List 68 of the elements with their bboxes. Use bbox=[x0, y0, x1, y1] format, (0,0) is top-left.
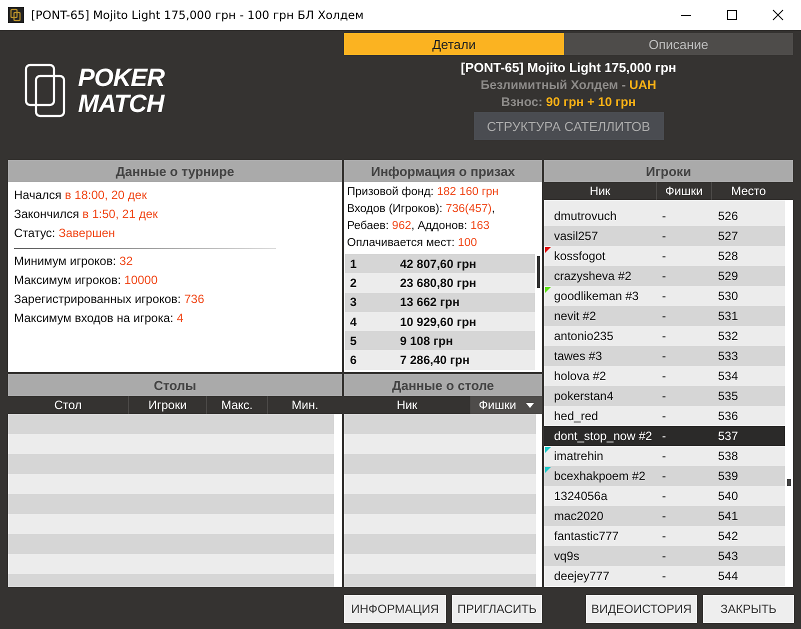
tournament-title: [PONT-65] Mojito Light 175,000 грн bbox=[460, 60, 676, 75]
tab[interactable]: Детали bbox=[344, 33, 564, 55]
column-header[interactable]: Мин. bbox=[268, 396, 342, 414]
player-row[interactable]: holova #2 - 534 bbox=[544, 366, 785, 386]
table-cell: 13 662 грн bbox=[400, 295, 460, 310]
player-row[interactable]: nevit #2 - 531 bbox=[544, 306, 785, 326]
table-cell-text: 4 bbox=[349, 314, 358, 329]
action-button[interactable]: ЗАКРЫТЬ bbox=[703, 595, 794, 623]
table-cell-text: 6 bbox=[349, 353, 358, 368]
satellites-button[interactable]: СТРУКТУРА САТЕЛЛИТОВ bbox=[474, 112, 664, 140]
player-row[interactable]: crazysheva #2 - 529 bbox=[544, 266, 785, 286]
player-row[interactable]: dmutrovuch - 526 bbox=[544, 206, 785, 226]
panel-title: Данные о турнире bbox=[8, 160, 342, 182]
logo-text: POKER bbox=[78, 65, 164, 91]
player-row[interactable]: tawes #3 - 533 bbox=[544, 346, 785, 366]
table-cell: 42 807,60 грн bbox=[400, 256, 476, 271]
maximize-icon[interactable] bbox=[726, 9, 738, 21]
info-line: Закончился в 1:50, 21 дек bbox=[14, 206, 159, 223]
player-row[interactable]: vq9s - 543 bbox=[544, 546, 785, 566]
table-cell: 10 929,60 грн bbox=[400, 314, 476, 329]
column-header[interactable]: Фишки bbox=[471, 396, 542, 414]
info-line: Зарегистрированных игроков: 736 bbox=[14, 291, 206, 308]
player-row[interactable]: antonio235 - 532 bbox=[544, 326, 785, 346]
panel-title: Игроки bbox=[544, 160, 793, 182]
panel-title: Информация о призах bbox=[344, 160, 542, 182]
table-cell: 9 108 грн bbox=[400, 334, 453, 348]
player-row[interactable]: pokerstan4 - 535 bbox=[544, 386, 785, 406]
info-line: Начался в 18:00, 20 дек bbox=[14, 187, 148, 204]
player-row[interactable]: deejey777 - 544 bbox=[544, 566, 785, 586]
game-type: Безлимитный Холдем - UAH bbox=[480, 78, 656, 92]
action-button[interactable]: ПРИГЛАСИТЬ bbox=[452, 595, 542, 623]
player-row[interactable]: 1324056a - 540 bbox=[544, 486, 785, 506]
table-cell-text: 1 bbox=[349, 256, 358, 271]
caret-icon bbox=[526, 402, 534, 408]
buy-in: Взнос: 90 грн + 10 грн bbox=[501, 95, 636, 109]
player-row[interactable]: dont_stop_now #2 - 537 bbox=[544, 426, 785, 446]
table-cell-text: 5 bbox=[349, 334, 358, 348]
player-row[interactable]: mac2020 - 541 bbox=[544, 506, 785, 526]
player-row[interactable]: imatrehin - 538 bbox=[544, 446, 785, 466]
logo-text: MATCH bbox=[78, 91, 164, 117]
info-line: Призовой фонд: 182 160 грн bbox=[347, 185, 500, 200]
info-line: Минимум игроков: 32 bbox=[14, 253, 134, 270]
scrollbar[interactable] bbox=[787, 479, 791, 486]
player-row[interactable]: goodlikeman #3 - 530 bbox=[544, 286, 785, 306]
player-row[interactable]: hed_red - 536 bbox=[544, 406, 785, 426]
player-row[interactable]: fantastic777 - 542 bbox=[544, 526, 785, 546]
info-line: Максимум игроков: 10000 bbox=[14, 272, 159, 289]
panel-title: Столы bbox=[8, 374, 342, 396]
close-icon[interactable] bbox=[772, 9, 784, 21]
info-line: Максимум входов на игрока: 4 bbox=[14, 310, 184, 327]
info-line: Входов (Игроков): 736(457), Ребаев: 962, Аддонов: 163 bbox=[347, 202, 496, 234]
table-cell-text: 2 bbox=[349, 276, 358, 290]
action-button[interactable]: ИНФОРМАЦИЯ bbox=[344, 595, 446, 623]
app-icon bbox=[8, 7, 24, 23]
player-row[interactable]: vasil257 - 527 bbox=[544, 226, 785, 246]
scrollbar[interactable] bbox=[537, 256, 540, 288]
player-row[interactable]: bcexhakpoem #2 - 539 bbox=[544, 466, 785, 486]
tab[interactable]: Описание bbox=[564, 33, 793, 55]
column-header[interactable]: Место bbox=[712, 182, 785, 200]
player-row[interactable]: kossfogot - 528 bbox=[544, 246, 785, 266]
panel-title: Данные о столе bbox=[344, 374, 542, 396]
action-button[interactable]: ВИДЕОИСТОРИЯ bbox=[586, 595, 697, 623]
info-line: Оплачивается мест: 100 bbox=[347, 236, 478, 251]
info-line: Статус: Завершен bbox=[14, 225, 116, 242]
table-cell: 23 680,80 грн bbox=[400, 276, 476, 290]
table-cell: 7 286,40 грн bbox=[400, 353, 470, 368]
window-title: [PONT-65] Mojito Light 175,000 грн - 100 грн БЛ Холдем bbox=[31, 8, 364, 22]
table-cell-text: 3 bbox=[349, 295, 358, 310]
